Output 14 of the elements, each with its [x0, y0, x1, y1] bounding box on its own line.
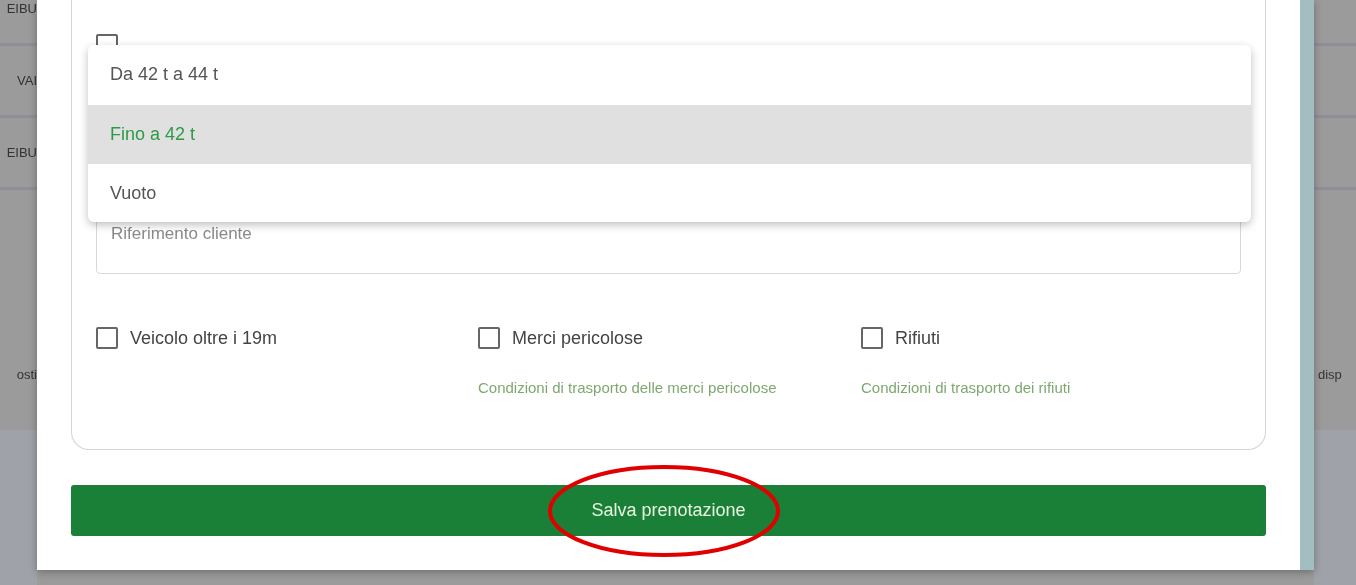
background-text: EIBU [6, 145, 37, 160]
checkbox-label[interactable]: Rifiuti [895, 327, 940, 349]
checkbox-label[interactable]: Merci pericolose [512, 327, 644, 349]
background-text: osti [16, 367, 37, 382]
dropdown-option[interactable]: Da 42 t a 44 t [88, 45, 1251, 105]
save-button[interactable]: Salva prenotazione [71, 485, 1266, 536]
checkbox[interactable] [478, 327, 500, 349]
checkbox[interactable] [96, 327, 118, 349]
checkbox[interactable] [861, 327, 883, 349]
background-text: disp [1318, 367, 1342, 382]
checkbox-label[interactable]: Veicolo oltre i 19m [130, 327, 278, 349]
background-text: EIBU [6, 1, 37, 16]
scrollbar[interactable] [1300, 0, 1314, 570]
background-text: VAI [17, 73, 37, 88]
